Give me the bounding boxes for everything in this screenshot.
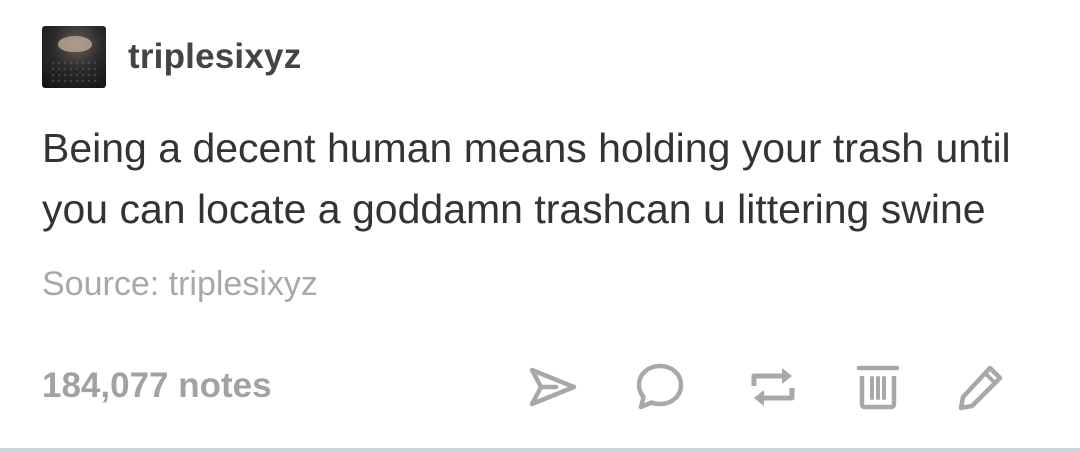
reblog-icon: [751, 368, 795, 406]
post-divider: [0, 448, 1080, 452]
tumblr-post: triplesixyz Being a decent human means h…: [0, 0, 1080, 452]
edit-button[interactable]: [954, 360, 1008, 414]
share-button[interactable]: [526, 360, 580, 414]
post-username[interactable]: triplesixyz: [128, 37, 301, 77]
avatar[interactable]: [42, 26, 106, 88]
post-header: triplesixyz: [42, 26, 301, 88]
pencil-icon: [958, 365, 1003, 411]
chat-bubble-icon: [636, 363, 684, 410]
send-icon: [529, 367, 577, 407]
queue-icon: [856, 365, 900, 410]
avatar-image-shape: [58, 36, 92, 52]
queue-button[interactable]: [851, 360, 905, 414]
reblog-button[interactable]: [746, 360, 800, 414]
post-source[interactable]: Source: triplesixyz: [42, 265, 318, 304]
reply-button[interactable]: [633, 360, 687, 414]
post-body-text: Being a decent human means holding your …: [42, 125, 1011, 232]
avatar-image-texture: [50, 60, 98, 82]
notes-count[interactable]: 184,077 notes: [42, 366, 272, 406]
